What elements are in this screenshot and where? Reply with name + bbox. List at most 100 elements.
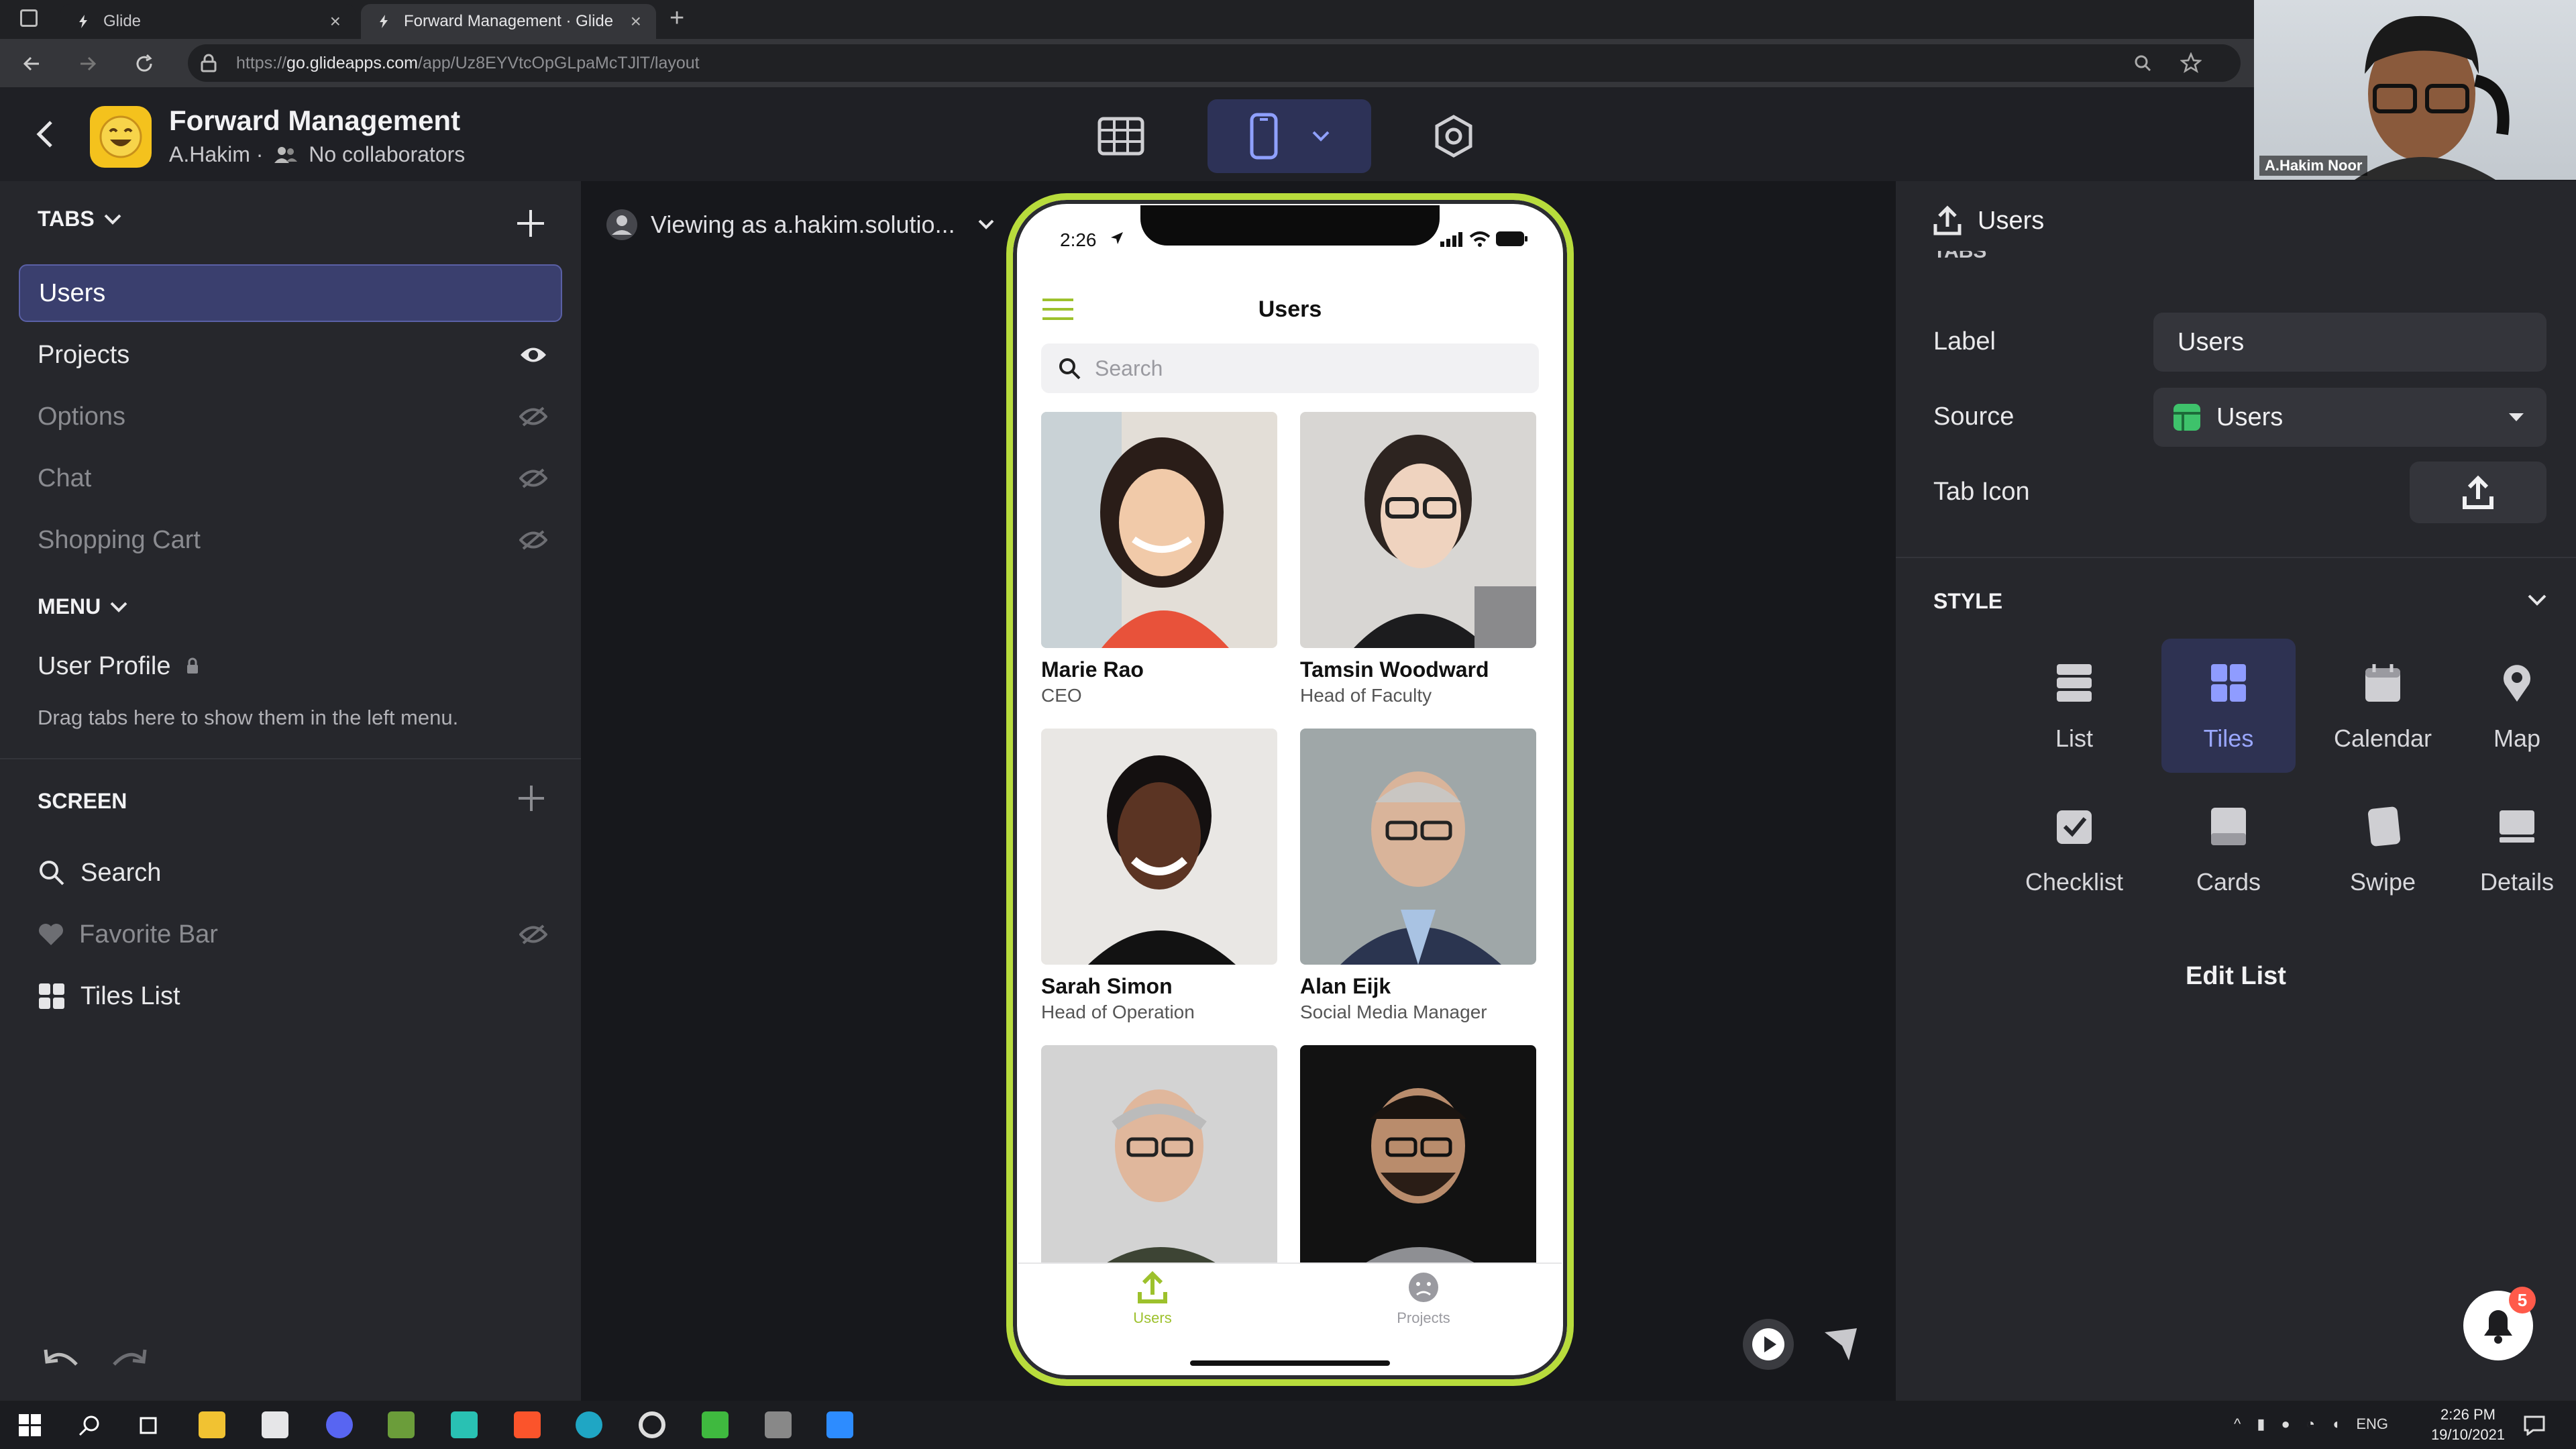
user-role: Head of Faculty (1300, 685, 1432, 706)
unity-icon[interactable] (765, 1411, 792, 1438)
store-icon[interactable] (262, 1411, 288, 1438)
tab-projects[interactable]: Projects (19, 326, 562, 384)
user-tile[interactable]: Alan Eijk Social Media Manager (1300, 729, 1536, 1023)
close-tab-icon[interactable]: × (330, 11, 341, 32)
screen-item-favorite-bar[interactable]: Favorite Bar (19, 906, 562, 963)
style-option-calendar[interactable]: Calendar (2316, 639, 2450, 773)
settings-button[interactable] (1417, 99, 1491, 173)
url-field[interactable]: https://go.glideapps.com/app/Uz8EYVtcOpG… (188, 44, 2241, 82)
user-role: Social Media Manager (1300, 1002, 1487, 1022)
file-explorer-icon[interactable] (199, 1411, 225, 1438)
play-icon[interactable] (1741, 1318, 1795, 1371)
layout-editor-button[interactable] (1208, 99, 1371, 173)
user-tile[interactable]: Marie Rao CEO (1041, 412, 1277, 706)
viewing-as-selector[interactable]: Viewing as a.hakim.solutio... (605, 208, 994, 241)
user-tile[interactable]: Tamsin Woodward Head of Faculty (1300, 412, 1536, 706)
new-tab-button[interactable]: + (669, 4, 684, 33)
source-dropdown[interactable]: Users (2153, 388, 2546, 447)
eye-icon[interactable] (519, 343, 547, 366)
brave-icon[interactable] (514, 1411, 541, 1438)
style-option-map[interactable]: Map (2470, 639, 2564, 773)
bottom-tab-projects[interactable]: Projects (1370, 1271, 1477, 1327)
redo-icon[interactable] (110, 1344, 148, 1371)
screen-item-label: Search (80, 858, 162, 887)
media-icon[interactable] (702, 1411, 729, 1438)
source-value: Users (2216, 402, 2284, 431)
reload-icon[interactable] (134, 54, 154, 74)
zoom-icon[interactable] (2133, 54, 2152, 72)
style-option-list[interactable]: List (2007, 639, 2141, 773)
action-center-icon[interactable] (2524, 1415, 2545, 1436)
app-icon[interactable] (451, 1411, 478, 1438)
windows-start-icon[interactable] (19, 1414, 42, 1437)
tray-network-icon[interactable]: ▮ (2257, 1415, 2265, 1433)
back-icon[interactable] (21, 54, 42, 74)
cursor-mode-icon[interactable] (1822, 1326, 1860, 1363)
user-tile[interactable]: Sarah Simon Head of Operation (1041, 729, 1277, 1023)
style-option-label: Calendar (2333, 724, 2432, 752)
user-photo (1041, 1045, 1277, 1281)
app-owner: A.Hakim (169, 142, 250, 166)
style-option-swipe[interactable]: Swipe (2316, 782, 2450, 916)
close-tab-icon[interactable]: × (631, 11, 641, 32)
tray-mic-icon[interactable]: ● (2281, 1415, 2290, 1433)
user-tile[interactable] (1300, 1045, 1536, 1281)
tray-chevron-icon[interactable]: ^ (2234, 1415, 2241, 1433)
tray-language[interactable]: ENG (2356, 1415, 2388, 1433)
style-section-header[interactable]: STYLE (1933, 589, 2546, 614)
add-tab-icon[interactable] (515, 208, 546, 239)
eye-off-icon[interactable] (519, 405, 547, 428)
tray-volume-icon[interactable]: ◖ (2331, 1415, 2340, 1433)
tabs-section-header[interactable]: TABS (38, 207, 121, 231)
screen-item-search[interactable]: Search (19, 844, 562, 902)
battery-icon (1496, 231, 1527, 246)
style-option-tiles[interactable]: Tiles (2161, 639, 2296, 773)
screen-item-label: Favorite Bar (79, 920, 218, 949)
settings-icon[interactable] (639, 1411, 665, 1438)
smiley-icon (99, 115, 142, 158)
eye-off-icon[interactable] (519, 529, 547, 551)
task-view-icon[interactable] (137, 1414, 160, 1437)
back-arrow-icon[interactable] (32, 119, 59, 149)
zoom-icon[interactable] (826, 1411, 853, 1438)
tray-wifi-icon[interactable]: ◔ (2306, 1415, 2315, 1433)
tab-shopping-cart[interactable]: Shopping Cart (19, 511, 562, 569)
menu-item-user-profile[interactable]: User Profile (19, 637, 562, 695)
phone-time: 2:26 (1060, 229, 1097, 250)
data-editor-button[interactable] (1084, 99, 1158, 173)
notifications-button[interactable]: 5 (2463, 1287, 2536, 1360)
tab-icon-picker[interactable] (2410, 462, 2546, 523)
style-option-details[interactable]: Details (2470, 782, 2564, 916)
eye-off-icon[interactable] (519, 923, 547, 946)
edge-icon[interactable] (576, 1411, 602, 1438)
browser-tab-title: Forward Management · Glide (404, 12, 614, 30)
tab-users[interactable]: Users (19, 264, 562, 322)
bottom-tab-users[interactable]: Users (1099, 1271, 1206, 1327)
browser-tab-glide[interactable]: Glide × (60, 4, 356, 39)
style-option-label: Map (2493, 724, 2541, 752)
search-icon[interactable] (78, 1414, 101, 1437)
user-tile[interactable] (1041, 1045, 1277, 1291)
edit-list-button[interactable]: Edit List (1896, 962, 2576, 991)
sad-face-icon (1409, 1273, 1438, 1302)
user-photo (1300, 1045, 1536, 1281)
eye-off-icon[interactable] (519, 467, 547, 490)
browser-tab-forward-management[interactable]: Forward Management · Glide × (361, 4, 656, 39)
style-option-cards[interactable]: Cards (2161, 782, 2296, 916)
minecraft-icon[interactable] (388, 1411, 415, 1438)
undo-icon[interactable] (43, 1344, 80, 1371)
window-icon[interactable] (20, 9, 38, 27)
tab-options[interactable]: Options (19, 388, 562, 445)
upload-icon (1138, 1271, 1167, 1303)
phone-search-input[interactable]: Search (1041, 343, 1539, 393)
screen-item-tiles-list[interactable]: Tiles List (19, 967, 562, 1025)
menu-section-header[interactable]: MENU (38, 594, 127, 619)
taskbar-clock[interactable]: 2:26 PM 19/10/2021 (2428, 1405, 2508, 1445)
add-screen-item-icon[interactable] (517, 784, 546, 813)
forward-icon[interactable] (78, 54, 98, 74)
discord-icon[interactable] (326, 1411, 353, 1438)
label-field[interactable]: Users (2153, 313, 2546, 372)
tab-chat[interactable]: Chat (19, 449, 562, 507)
bookmark-star-icon[interactable] (2180, 52, 2202, 74)
style-option-checklist[interactable]: Checklist (2007, 782, 2141, 916)
